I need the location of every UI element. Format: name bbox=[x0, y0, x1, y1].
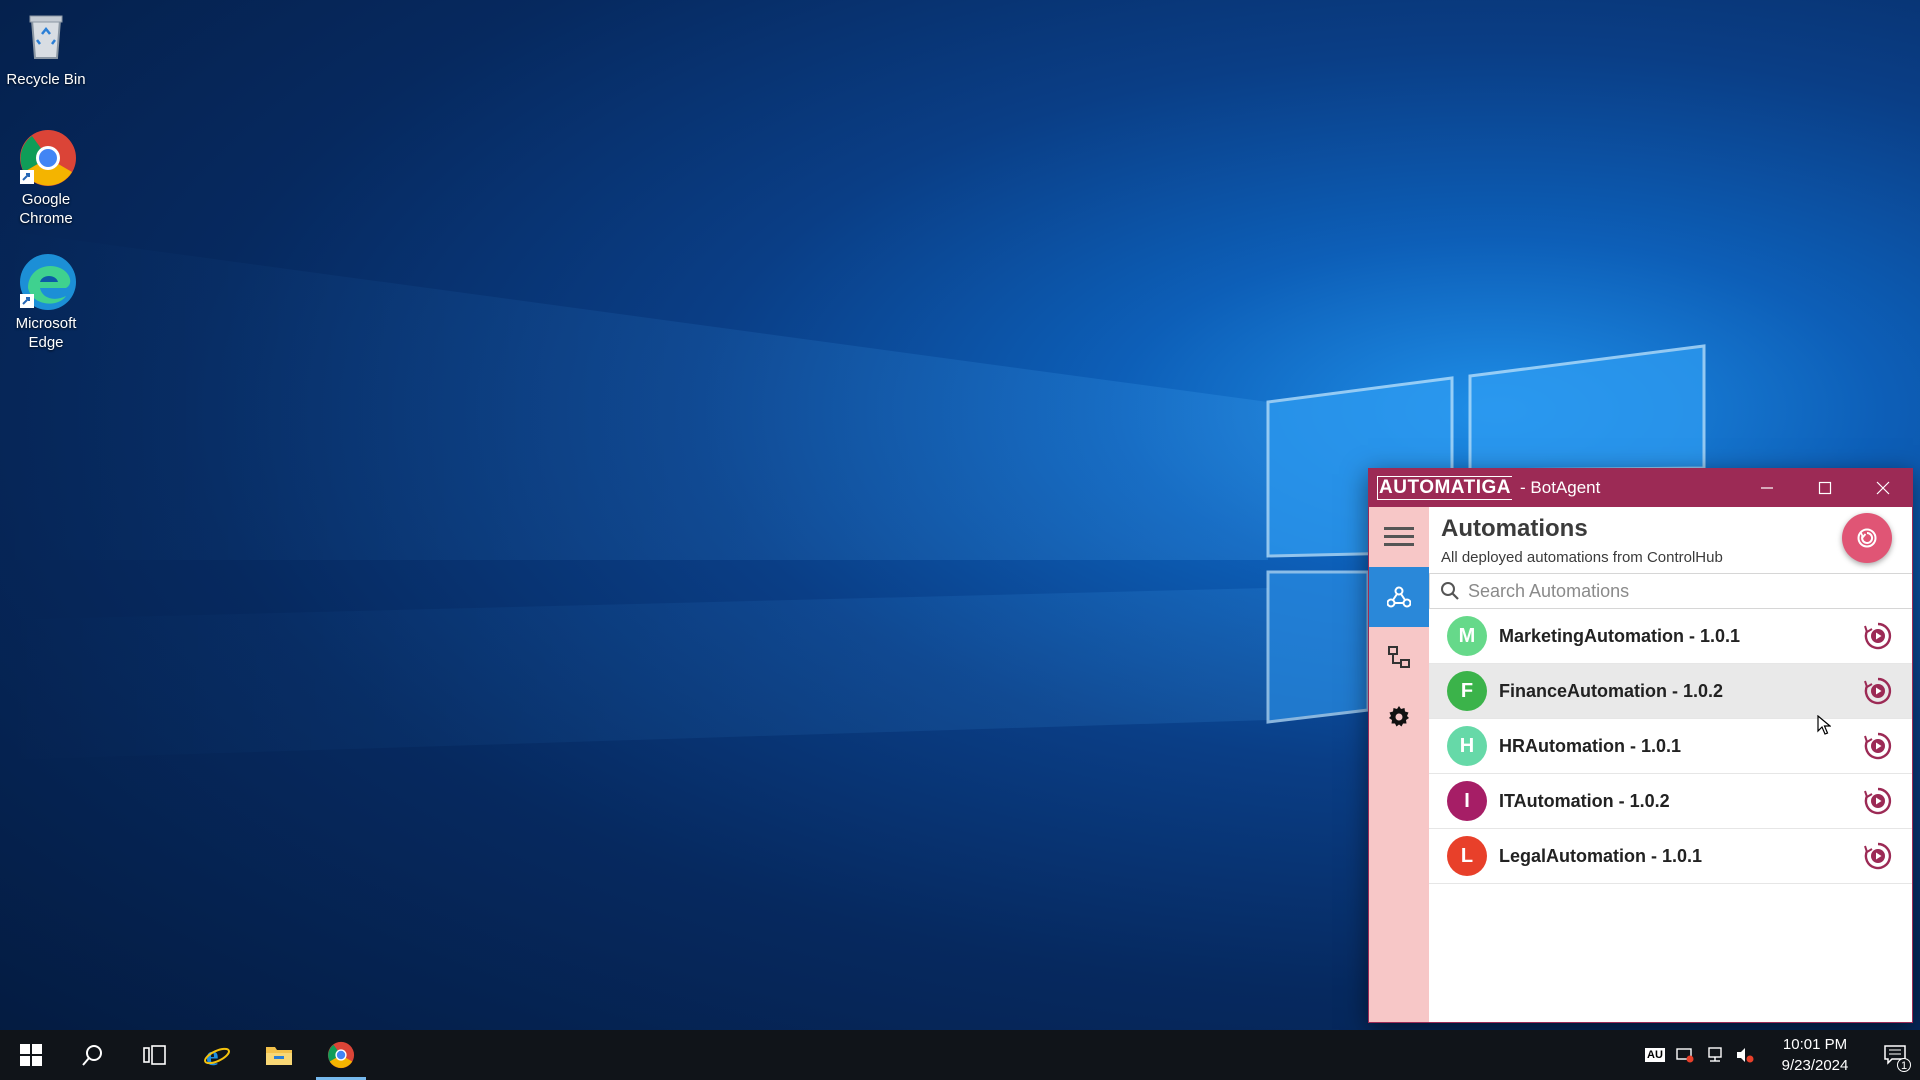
volume-muted-icon bbox=[1737, 1048, 1754, 1063]
avatar: F bbox=[1447, 671, 1487, 711]
search-input[interactable] bbox=[1468, 580, 1868, 602]
minimize-button[interactable] bbox=[1738, 469, 1796, 507]
run-play-icon bbox=[1864, 787, 1892, 815]
sidebar-item-settings[interactable] bbox=[1369, 687, 1429, 747]
search-icon bbox=[82, 1045, 102, 1066]
robot-connections-icon bbox=[1388, 646, 1410, 668]
sidebar bbox=[1369, 507, 1429, 1022]
automation-row-it[interactable]: I ITAutomation - 1.0.2 bbox=[1429, 774, 1912, 829]
file-explorer-icon bbox=[266, 1047, 292, 1065]
automation-name: LegalAutomation - 1.0.1 bbox=[1499, 845, 1703, 866]
desktop-icon-google-chrome[interactable]: Google Chrome bbox=[6, 128, 86, 228]
run-automation-button[interactable] bbox=[1862, 840, 1894, 872]
avatar: H bbox=[1447, 726, 1487, 766]
sidebar-menu-toggle[interactable] bbox=[1369, 507, 1429, 567]
automation-row-hr[interactable]: H HRAutomation - 1.0.1 bbox=[1429, 719, 1912, 774]
close-icon bbox=[1876, 481, 1890, 495]
refresh-button[interactable] bbox=[1842, 513, 1892, 563]
desktop-icon-label: Google bbox=[21, 191, 71, 208]
taskbar: e AU 10:01 PM 9/23/2024 1 bbox=[0, 1030, 1920, 1080]
windows-start-icon bbox=[20, 1044, 42, 1066]
run-automation-button[interactable] bbox=[1862, 730, 1894, 762]
internet-explorer-icon: e bbox=[204, 1041, 230, 1069]
botagent-window: AUTOMATIGA - BotAgent Automations All de… bbox=[1368, 468, 1913, 1023]
run-play-icon bbox=[1864, 732, 1892, 760]
page-subtitle: All deployed automations from ControlHub bbox=[1441, 549, 1723, 566]
search-icon bbox=[1441, 582, 1459, 600]
avatar: I bbox=[1447, 781, 1487, 821]
chrome-icon bbox=[327, 1041, 355, 1069]
hamburger-menu-icon bbox=[1384, 527, 1414, 546]
main-content: Automations All deployed automations fro… bbox=[1429, 507, 1912, 1022]
desktop-icon-recycle-bin[interactable]: Recycle Bin bbox=[6, 8, 86, 89]
sidebar-item-automations[interactable] bbox=[1369, 567, 1429, 627]
automatiga-tray-icon[interactable]: AU bbox=[1640, 1030, 1670, 1080]
desktop-icon-label: Chrome bbox=[19, 210, 73, 227]
volume-tray-button[interactable] bbox=[1730, 1030, 1760, 1080]
taskbar-internet-explorer[interactable]: e bbox=[186, 1030, 248, 1080]
window-titlebar[interactable]: AUTOMATIGA - BotAgent bbox=[1369, 469, 1912, 507]
automation-name: HRAutomation - 1.0.1 bbox=[1499, 735, 1682, 756]
app-brand-logo: AUTOMATIGA bbox=[1377, 476, 1513, 500]
taskbar-file-explorer[interactable] bbox=[248, 1030, 310, 1080]
recycle-bin-icon bbox=[18, 8, 74, 64]
search-bar bbox=[1429, 573, 1912, 609]
close-button[interactable] bbox=[1854, 469, 1912, 507]
desktop-icon-label: Microsoft bbox=[15, 315, 77, 332]
automation-name: FinanceAutomation - 1.0.2 bbox=[1499, 680, 1724, 701]
network-tray-button[interactable] bbox=[1700, 1030, 1730, 1080]
desktop-icon-label: Recycle Bin bbox=[6, 71, 86, 88]
clock-date: 9/23/2024 bbox=[1781, 1057, 1849, 1074]
run-play-icon bbox=[1864, 842, 1892, 870]
maximize-button[interactable] bbox=[1796, 469, 1854, 507]
task-view-button[interactable] bbox=[124, 1030, 186, 1080]
tray-app-icon[interactable] bbox=[1670, 1030, 1700, 1080]
window-title: - BotAgent bbox=[1520, 478, 1601, 497]
automation-row-marketing[interactable]: M MarketingAutomation - 1.0.1 bbox=[1429, 609, 1912, 664]
run-automation-button[interactable] bbox=[1862, 620, 1894, 652]
task-view-icon bbox=[143, 1045, 166, 1065]
action-center-button[interactable]: 1 bbox=[1870, 1030, 1920, 1080]
system-tray: AU 10:01 PM 9/23/2024 1 bbox=[1640, 1030, 1920, 1080]
network-icon bbox=[1708, 1047, 1722, 1062]
run-play-icon bbox=[1864, 622, 1892, 650]
taskbar-clock[interactable]: 10:01 PM 9/23/2024 bbox=[1760, 1034, 1870, 1076]
avatar: L bbox=[1447, 836, 1487, 876]
automations-icon bbox=[1387, 586, 1411, 608]
refresh-icon bbox=[1857, 528, 1877, 548]
mouse-cursor-icon bbox=[1817, 715, 1831, 735]
page-header: Automations All deployed automations fro… bbox=[1429, 507, 1912, 566]
run-automation-button[interactable] bbox=[1862, 785, 1894, 817]
clock-time: 10:01 PM bbox=[1782, 1036, 1848, 1053]
tray-monitor-alert-icon bbox=[1676, 1048, 1694, 1063]
desktop-icon-label: Edge bbox=[28, 334, 64, 351]
automatiga-tray-label: AU bbox=[1645, 1048, 1665, 1062]
automation-row-legal[interactable]: L LegalAutomation - 1.0.1 bbox=[1429, 829, 1912, 884]
minimize-icon bbox=[1761, 487, 1773, 489]
taskbar-google-chrome[interactable] bbox=[310, 1030, 372, 1080]
start-button[interactable] bbox=[0, 1030, 62, 1080]
automation-list: M MarketingAutomation - 1.0.1 F FinanceA… bbox=[1429, 609, 1912, 884]
settings-gear-icon bbox=[1389, 706, 1409, 727]
desktop-icon-microsoft-edge[interactable]: Microsoft Edge bbox=[6, 252, 86, 352]
automation-name: ITAutomation - 1.0.2 bbox=[1499, 790, 1670, 811]
chrome-icon bbox=[18, 128, 76, 186]
sidebar-item-connections[interactable] bbox=[1369, 627, 1429, 687]
notification-count-badge: 1 bbox=[1897, 1058, 1911, 1072]
taskbar-search-button[interactable] bbox=[62, 1030, 124, 1080]
run-automation-button[interactable] bbox=[1862, 675, 1894, 707]
automation-row-finance[interactable]: F FinanceAutomation - 1.0.2 bbox=[1429, 664, 1912, 719]
automation-name: MarketingAutomation - 1.0.1 bbox=[1499, 625, 1741, 646]
edge-icon bbox=[18, 252, 76, 310]
run-play-icon bbox=[1864, 677, 1892, 705]
maximize-icon bbox=[1818, 481, 1832, 495]
avatar: M bbox=[1447, 616, 1487, 656]
